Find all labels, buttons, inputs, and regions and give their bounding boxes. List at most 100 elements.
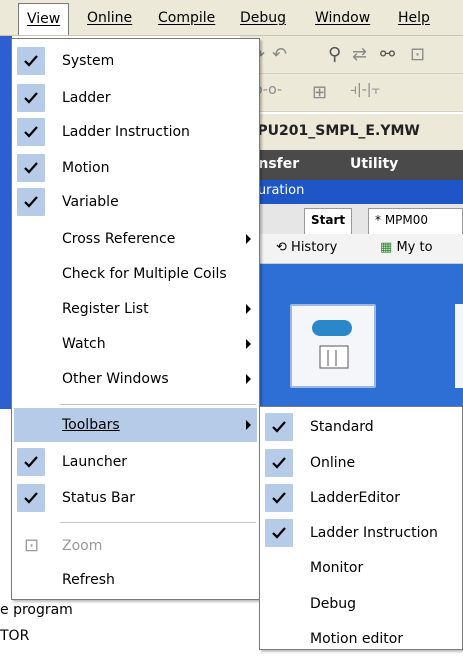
menu-item-cross-reference[interactable]: Cross Reference [14,222,257,256]
toolbar-item-ladder-instruction[interactable]: Ladder Instruction [262,516,460,550]
launcher-tile[interactable] [290,304,376,388]
lower-text: e program [0,602,73,618]
menu-item-label: Ladder [62,90,111,106]
menu-item-launcher[interactable]: Launcher [14,445,257,479]
find-icon[interactable]: ⚲ [328,44,341,65]
menu-bar: View Online Compile Debug Window Help [0,0,463,36]
menu-item-label: Zoom [62,538,103,554]
menu-item-label: Cross Reference [62,231,176,247]
toolbar-item-motion-editor[interactable]: Motion editor [262,622,460,656]
menu-item-status-bar[interactable]: Status Bar [14,481,257,515]
history-button[interactable]: ⟲ History [276,240,337,255]
check-icon [17,448,45,476]
check-icon [265,449,293,477]
menu-item-label: Toolbars [62,417,120,433]
launcher-tile-edge [455,304,463,388]
register-icon [312,320,352,369]
menu-item-variable[interactable]: Variable [14,185,257,219]
submenu-arrow-icon [246,420,251,430]
project-path: \CPU201_SMPL_E.YMW [240,114,463,150]
menu-view[interactable]: View [18,3,70,35]
secondary-menu-bar: ransfer Utility [240,150,463,180]
submenu-arrow-icon [246,304,251,314]
check-icon [265,519,293,547]
check-icon [17,118,45,146]
toolbars-submenu: Standard Online LadderEditor Ladder Inst… [259,406,463,650]
menu-item-label: System [62,53,115,69]
zoom-icon[interactable]: ⊡ [410,44,425,65]
menu-window[interactable]: Window [315,9,370,27]
redo-icon[interactable]: ↶ [272,44,287,65]
menu-item-label: Launcher [62,454,128,470]
toolbar-item-standard[interactable]: Standard [262,410,460,444]
standard-toolbar: ↷ ↶ ⚲ ⇄ ⚯ ⊡ [240,36,463,74]
menu-debug[interactable]: Debug [240,9,286,27]
zoom-icon: ⊡ [24,535,40,556]
menu-item-system[interactable]: System [14,44,257,78]
document-tabs: Start * MPM00 [240,204,463,234]
my-tools-label: My to [396,240,433,255]
menu-item-zoom: ⊡ Zoom [14,529,257,563]
check-icon [265,484,293,512]
check-icon [17,154,45,182]
menu-item-label: Motion [62,160,110,176]
check-icon [17,484,45,512]
menu-item-label: Variable [62,194,119,210]
menu-help[interactable]: Help [398,9,430,27]
menu-item-refresh[interactable]: Refresh [14,563,257,597]
tab-mpm[interactable]: * MPM00 [368,208,463,234]
menu-item-toolbars[interactable]: Toolbars [14,408,257,442]
menu-item-label: LadderEditor [310,490,400,506]
menu-item-label: Watch [62,336,106,352]
tab-start[interactable]: Start [304,208,353,234]
menu-utility[interactable]: Utility [350,156,398,172]
toolbar-item-laddereditor[interactable]: LadderEditor [262,481,460,515]
toolbar-item-debug[interactable]: Debug [262,587,460,621]
check-icon [17,47,45,75]
check-icon [17,84,45,112]
menu-item-label: Refresh [62,572,115,588]
check-icon [17,188,45,216]
menu-item-other-windows[interactable]: Other Windows [14,362,257,396]
menu-item-watch[interactable]: Watch [14,327,257,361]
menu-item-label: Other Windows [62,371,169,387]
contact-icon[interactable]: ⫞|-|⫟ [350,82,380,98]
menu-item-label: Motion editor [310,631,404,647]
lower-text: TOR [0,628,30,644]
configuration-header: iguration [240,180,463,204]
view-menu: System Ladder Ladder Instruction Motion … [11,38,260,600]
menu-item-ladder-instruction[interactable]: Ladder Instruction [14,115,257,149]
menu-online[interactable]: Online [87,9,132,27]
menu-item-motion[interactable]: Motion [14,151,257,185]
history-icon: ⟲ [276,240,287,255]
submenu-arrow-icon [246,339,251,349]
submenu-arrow-icon [246,234,251,244]
my-tools-button[interactable]: ▦ My to [380,240,433,255]
menu-item-label: Debug [310,596,357,612]
menu-item-label: Monitor [310,560,364,576]
history-label: History [291,240,338,255]
submenu-arrow-icon [246,374,251,384]
menu-item-check-multiple-coils[interactable]: Check for Multiple Coils [14,257,257,291]
menu-item-ladder[interactable]: Ladder [14,81,257,115]
replace-icon[interactable]: ⇄ [352,44,367,65]
grid-icon: ▦ [380,240,393,255]
menu-item-label: Ladder Instruction [310,525,438,541]
launcher-toolbar: ⟲ History ▦ My to [240,234,463,264]
menu-item-label: Ladder Instruction [62,124,190,140]
online-toolbar: o-o- ⊞ ⫞|-|⫟ [240,74,463,112]
menu-separator [60,522,256,523]
menu-compile[interactable]: Compile [158,9,215,27]
menu-item-label: Register List [62,301,149,317]
menu-item-label: Standard [310,419,374,435]
menu-item-label: Status Bar [62,490,136,506]
binoculars-icon[interactable]: ⚯ [380,44,395,65]
ladder-icon[interactable]: ⊞ [312,82,327,103]
menu-item-register-list[interactable]: Register List [14,292,257,326]
menu-item-label: Check for Multiple Coils [62,266,227,282]
check-icon [265,413,293,441]
menu-item-label: Online [310,455,356,471]
toolbar-item-monitor[interactable]: Monitor [262,551,460,585]
toolbar-item-online[interactable]: Online [262,446,460,480]
menu-separator [60,404,256,405]
